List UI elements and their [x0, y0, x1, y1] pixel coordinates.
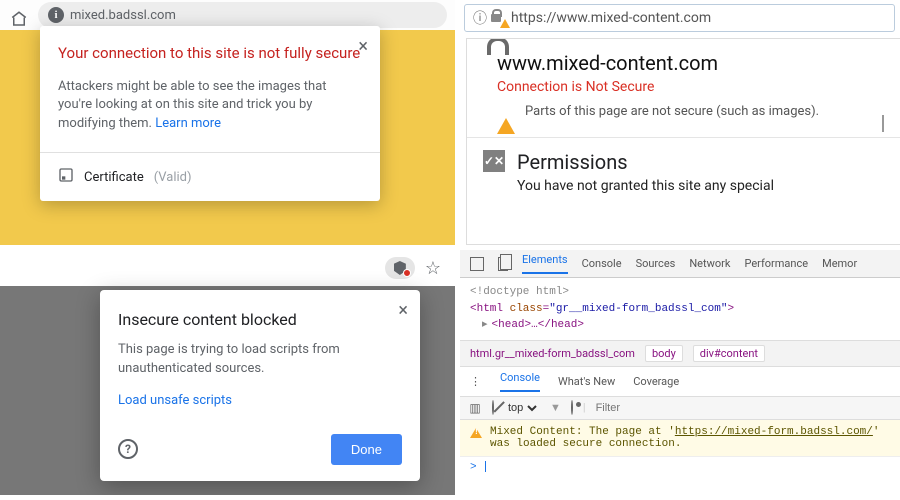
cursor-icon — [485, 461, 486, 472]
firefox-urlbar[interactable]: ⓘ https://www.mixed-content.com — [464, 4, 895, 32]
sidebar-toggle-icon[interactable]: ▥ — [468, 401, 482, 415]
certificate-icon — [58, 167, 74, 187]
tab-performance[interactable]: Performance — [744, 257, 808, 270]
firefox-identity-panel: ⓘ https://www.mixed-content.com www.mixe… — [460, 0, 900, 245]
devtools-tabbar: Elements Console Sources Network Perform… — [460, 250, 900, 278]
live-expression-button[interactable] — [571, 401, 573, 414]
head-node: <head>…</head> — [492, 319, 584, 331]
page-info-icon[interactable]: i — [48, 7, 64, 23]
close-button[interactable]: × — [358, 36, 368, 57]
elements-breadcrumb: html.gr__mixed-form_badssl_com body div#… — [460, 341, 900, 367]
popup-body: This page is trying to load scripts from… — [118, 341, 402, 379]
inspect-icon[interactable] — [470, 257, 484, 271]
eye-icon — [571, 400, 573, 415]
html-tag-open: <html — [470, 303, 510, 315]
site-domain: www.mixed-content.com — [497, 51, 896, 75]
page-info-popup: × Your connection to this site is not fu… — [40, 26, 380, 201]
chevron-right-icon — [882, 115, 884, 132]
console-prompt[interactable]: > — [460, 457, 900, 477]
html-attr-value: "gr__mixed-form_badssl_com" — [549, 303, 727, 315]
done-button[interactable]: Done — [331, 434, 402, 465]
more-info-button[interactable] — [882, 117, 884, 132]
expand-toggle-icon[interactable]: ▸ — [482, 319, 488, 331]
permissions-icon: ✓✕ — [483, 150, 505, 172]
load-unsafe-link[interactable]: Load unsafe scripts — [118, 393, 232, 408]
bookmark-button[interactable]: ☆ — [425, 258, 441, 279]
close-button[interactable]: × — [398, 300, 408, 321]
drawer-tab-whatsnew[interactable]: What's New — [558, 375, 615, 388]
device-toggle-icon[interactable] — [498, 257, 508, 271]
console-toolbar: ▥ top ▼ | — [460, 397, 900, 420]
filter-input[interactable] — [596, 402, 736, 414]
omnibox[interactable]: i mixed.badssl.com — [38, 2, 447, 28]
popup-body: Attackers might be able to see the image… — [58, 78, 362, 135]
omnibox-url: mixed.badssl.com — [70, 8, 176, 23]
tab-elements[interactable]: Elements — [522, 253, 568, 274]
identity-dropdown: www.mixed-content.com Connection is Not … — [466, 38, 900, 245]
permissions-text: You have not granted this site any speci… — [517, 178, 774, 194]
context-select[interactable]: top — [504, 401, 540, 415]
breadcrumb-item[interactable]: div#content — [693, 345, 765, 362]
chrome-blocked-content-panel: ☆ × Insecure content blocked This page i… — [0, 250, 455, 495]
tab-memory[interactable]: Memor — [822, 257, 857, 270]
urlbar-text: https://www.mixed-content.com — [511, 10, 711, 26]
connection-detail: Parts of this page are not secure (such … — [525, 103, 819, 121]
help-icon: ? — [125, 442, 131, 456]
divider — [467, 137, 900, 138]
certificate-label: Certificate — [84, 170, 144, 185]
breadcrumb-item[interactable]: body — [645, 345, 683, 362]
omnibox-actions: ☆ — [385, 252, 441, 284]
connection-status: Connection is Not Secure — [497, 79, 896, 95]
insecure-lock-icon[interactable] — [491, 10, 507, 26]
home-icon — [10, 10, 28, 32]
drawer-tabbar: ⋮ Console What's New Coverage — [460, 367, 900, 397]
clear-icon — [492, 400, 494, 415]
popup-title: Your connection to this site is not full… — [58, 44, 362, 64]
certificate-row[interactable]: Certificate (Valid) — [58, 153, 362, 201]
console-warning-row: Mixed Content: The page at 'https://mixe… — [460, 420, 900, 457]
drawer-menu-icon[interactable]: ⋮ — [470, 375, 482, 388]
doctype-node: <!doctype html> — [470, 286, 569, 298]
tab-sources[interactable]: Sources — [636, 257, 676, 270]
devtools-panel: Elements Console Sources Network Perform… — [460, 250, 900, 495]
blocked-content-popup: × Insecure content blocked This page is … — [100, 290, 420, 481]
html-attr-name: class — [510, 303, 543, 315]
chrome-passive-mixed-panel: i mixed.badssl.com × Your connection to … — [0, 0, 455, 245]
content-blocked-indicator[interactable] — [385, 257, 415, 279]
tab-network[interactable]: Network — [689, 257, 730, 270]
alert-dot-icon — [403, 269, 411, 277]
certificate-status: (Valid) — [154, 170, 192, 185]
breadcrumb-item[interactable]: html.gr__mixed-form_badssl_com — [470, 347, 635, 360]
warning-url[interactable]: https://mixed-form.badssl.com/ — [675, 426, 873, 438]
permissions-title: Permissions — [517, 150, 774, 174]
page-info-icon[interactable]: ⓘ — [473, 8, 487, 28]
console-warning-text: Mixed Content: The page at 'https://mixe… — [490, 426, 895, 450]
warning-icon — [497, 103, 515, 118]
learn-more-link[interactable]: Learn more — [155, 116, 221, 131]
drawer-tab-console[interactable]: Console — [500, 371, 540, 392]
help-button[interactable]: ? — [118, 439, 138, 459]
clear-console-button[interactable] — [492, 401, 494, 414]
home-button[interactable] — [8, 4, 30, 26]
elements-tree[interactable]: <!doctype html> <html class="gr__mixed-f… — [460, 278, 900, 341]
warning-icon — [470, 428, 482, 438]
tab-console[interactable]: Console — [582, 257, 622, 270]
popup-title: Insecure content blocked — [118, 310, 402, 329]
drawer-tab-coverage[interactable]: Coverage — [633, 375, 679, 388]
